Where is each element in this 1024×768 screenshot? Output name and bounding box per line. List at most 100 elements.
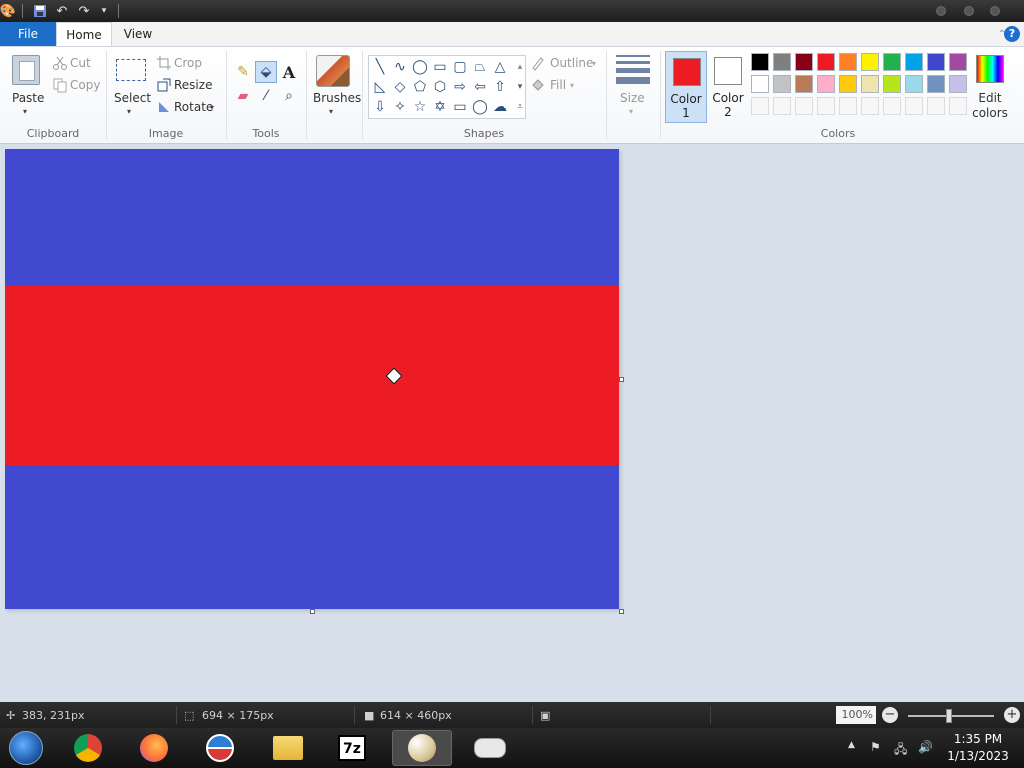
cloud-callout-shape-icon[interactable]: ☁ — [491, 98, 509, 116]
palette-empty-swatch[interactable] — [927, 97, 945, 115]
palette-swatch[interactable] — [751, 53, 769, 71]
select-dropdown-icon[interactable]: ▾ — [127, 107, 131, 116]
undo-icon[interactable]: ↶ — [54, 3, 70, 19]
outline-dropdown-icon[interactable]: ▾ — [592, 59, 596, 68]
fill-button[interactable]: Fill — [550, 78, 566, 92]
left-arrow-shape-icon[interactable]: ⇦ — [471, 78, 489, 96]
palette-empty-swatch[interactable] — [861, 97, 879, 115]
select-button[interactable]: Select — [114, 91, 151, 105]
copy-button[interactable]: Copy — [70, 78, 100, 92]
zoom-in-button[interactable]: + — [1004, 707, 1020, 723]
palette-empty-swatch[interactable] — [751, 97, 769, 115]
pentagon-shape-icon[interactable]: ⬠ — [411, 78, 429, 96]
fill-bucket-icon[interactable]: ⬙ — [255, 61, 277, 83]
taskbar-firefox[interactable] — [124, 730, 184, 766]
rounded-callout-shape-icon[interactable]: ▭ — [451, 98, 469, 116]
maximize-button[interactable] — [964, 6, 974, 16]
select-icon[interactable] — [116, 59, 146, 81]
shapes-scroll-down-icon[interactable]: ▾ — [511, 78, 529, 96]
curve-shape-icon[interactable]: ∿ — [391, 58, 409, 76]
palette-swatch[interactable] — [773, 75, 791, 93]
color-picker-icon[interactable]: ⁄ — [255, 85, 277, 107]
network-icon[interactable]: 🖧 — [894, 740, 907, 761]
tab-home[interactable]: Home — [56, 22, 112, 46]
drawing-canvas[interactable] — [5, 149, 619, 609]
palette-empty-swatch[interactable] — [773, 97, 791, 115]
shapes-scroll-up-icon[interactable]: ▴ — [511, 58, 529, 76]
palette-empty-swatch[interactable] — [839, 97, 857, 115]
polygon-shape-icon[interactable]: ⏢ — [471, 58, 489, 76]
size-dropdown-icon[interactable]: ▾ — [629, 107, 633, 116]
diamond-shape-icon[interactable]: ◇ — [391, 78, 409, 96]
size-button[interactable]: Size — [620, 91, 645, 105]
shapes-expand-icon[interactable]: ⩡ — [511, 98, 529, 116]
color2-selector[interactable]: Color 2 — [707, 51, 749, 123]
palette-swatch[interactable] — [861, 53, 879, 71]
tab-file[interactable]: File — [0, 22, 56, 46]
palette-swatch[interactable] — [839, 53, 857, 71]
minimize-button[interactable] — [936, 6, 946, 16]
edit-colors-button[interactable]: Edit colors — [972, 91, 1008, 121]
taskbar-file-explorer[interactable] — [258, 730, 318, 766]
close-button[interactable] — [990, 6, 1000, 16]
cut-button[interactable]: Cut — [70, 56, 91, 70]
show-hidden-icons-icon[interactable]: ▲ — [848, 740, 855, 750]
palette-swatch[interactable] — [905, 53, 923, 71]
palette-swatch[interactable] — [927, 53, 945, 71]
palette-swatch[interactable] — [817, 53, 835, 71]
four-point-star-shape-icon[interactable]: ✧ — [391, 98, 409, 116]
tab-view[interactable]: View — [114, 22, 162, 46]
taskbar-chrome[interactable] — [58, 730, 118, 766]
save-icon[interactable] — [32, 3, 48, 19]
start-button[interactable] — [0, 730, 52, 766]
text-tool-icon[interactable]: A — [278, 61, 300, 83]
paste-icon[interactable] — [12, 55, 40, 85]
help-icon[interactable]: ? — [1004, 26, 1020, 42]
palette-swatch[interactable] — [883, 53, 901, 71]
taskbar-app[interactable] — [190, 730, 250, 766]
rotate-button[interactable]: Rotate — [174, 100, 213, 114]
rotate-dropdown-icon[interactable]: ▾ — [210, 103, 214, 112]
brushes-button[interactable]: Brushes — [313, 91, 361, 105]
resize-handle-corner[interactable] — [619, 609, 624, 614]
size-icon[interactable] — [616, 55, 650, 88]
fill-dropdown-icon[interactable]: ▾ — [570, 81, 574, 90]
eraser-icon[interactable]: ▰ — [232, 85, 254, 107]
rounded-rectangle-shape-icon[interactable]: ▢ — [451, 58, 469, 76]
canvas-area[interactable] — [0, 144, 1024, 702]
edit-colors-icon[interactable] — [976, 55, 1004, 83]
line-shape-icon[interactable]: ╲ — [371, 58, 389, 76]
redo-icon[interactable]: ↷ — [76, 3, 92, 19]
resize-handle-bottom[interactable] — [310, 609, 315, 614]
oval-callout-shape-icon[interactable]: ◯ — [471, 98, 489, 116]
paint-app-icon[interactable]: 🎨 — [0, 3, 16, 19]
palette-empty-swatch[interactable] — [883, 97, 901, 115]
palette-swatch[interactable] — [751, 75, 769, 93]
palette-swatch[interactable] — [773, 53, 791, 71]
palette-swatch[interactable] — [839, 75, 857, 93]
palette-empty-swatch[interactable] — [817, 97, 835, 115]
brushes-dropdown-icon[interactable]: ▾ — [329, 107, 333, 116]
up-arrow-shape-icon[interactable]: ⇧ — [491, 78, 509, 96]
palette-swatch[interactable] — [883, 75, 901, 93]
palette-swatch[interactable] — [817, 75, 835, 93]
palette-swatch[interactable] — [949, 75, 967, 93]
palette-empty-swatch[interactable] — [905, 97, 923, 115]
resize-button[interactable]: Resize — [174, 78, 212, 92]
rectangle-shape-icon[interactable]: ▭ — [431, 58, 449, 76]
crop-button[interactable]: Crop — [174, 56, 202, 70]
palette-empty-swatch[interactable] — [949, 97, 967, 115]
oval-shape-icon[interactable]: ◯ — [411, 58, 429, 76]
palette-empty-swatch[interactable] — [795, 97, 813, 115]
down-arrow-shape-icon[interactable]: ⇩ — [371, 98, 389, 116]
paste-button[interactable]: Paste — [12, 91, 44, 105]
zoom-slider-thumb[interactable] — [946, 709, 952, 723]
taskbar-games[interactable] — [460, 730, 520, 766]
volume-icon[interactable]: 🔊 — [918, 740, 933, 754]
paste-dropdown-icon[interactable]: ▾ — [23, 107, 27, 116]
taskbar-paint[interactable] — [392, 730, 452, 766]
palette-swatch[interactable] — [795, 75, 813, 93]
palette-swatch[interactable] — [795, 53, 813, 71]
hexagon-shape-icon[interactable]: ⬡ — [431, 78, 449, 96]
system-clock[interactable]: 1:35 PM 1/13/2023 — [938, 731, 1018, 765]
